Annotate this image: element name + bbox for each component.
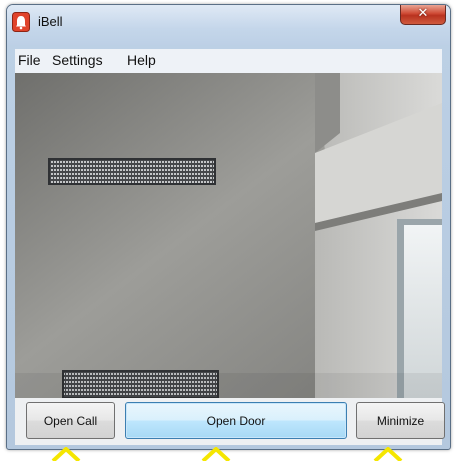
menu-settings[interactable]: Settings [52,52,103,68]
menu-bar: File Settings Help [15,49,442,74]
close-button[interactable]: ✕ [400,5,446,25]
button-panel: Open Call Open Door Minimize [15,398,445,445]
close-icon: ✕ [417,6,429,21]
minimize-button[interactable]: Minimize [356,402,445,439]
camera-video-feed [15,73,442,398]
arrow-pointer-icon [373,447,403,461]
ibell-window: iBell ✕ File Settings Help Open Call Ope… [6,4,451,450]
bell-app-icon [12,12,30,32]
title-bar[interactable]: iBell ✕ [7,5,450,45]
open-door-button[interactable]: Open Door [125,402,347,439]
menu-help[interactable]: Help [127,52,156,68]
arrow-pointer-icon [201,447,231,461]
window-title: iBell [38,14,63,29]
arrow-pointer-icon [51,447,81,461]
open-call-button[interactable]: Open Call [26,402,115,439]
camera-image [15,73,442,398]
menu-file[interactable]: File [18,52,41,68]
